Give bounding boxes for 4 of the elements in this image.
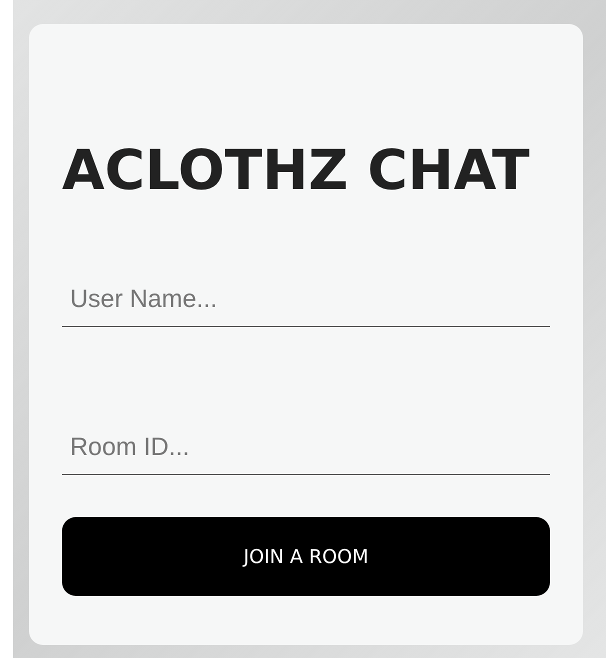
- join-room-button[interactable]: JOIN A ROOM: [62, 517, 550, 596]
- input-field[interactable]: Room ID...: [62, 427, 550, 475]
- input-field[interactable]: User Name...: [62, 279, 550, 327]
- app-title: ACLOTHZ CHAT: [62, 137, 531, 204]
